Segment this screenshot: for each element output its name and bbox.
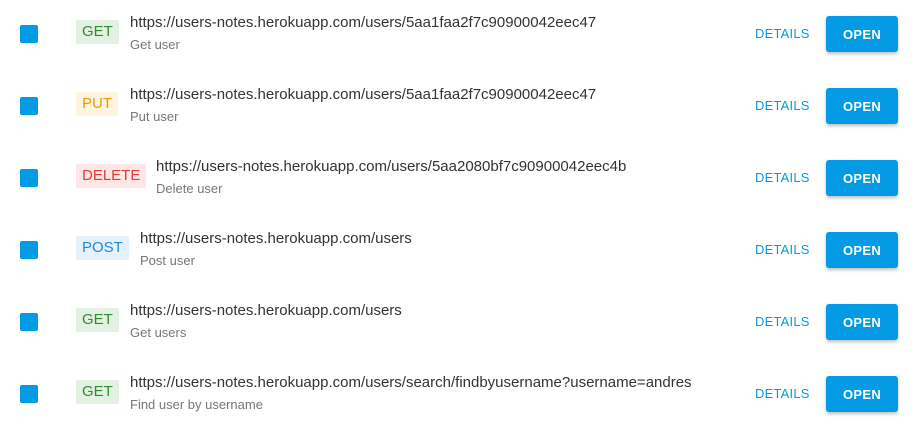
open-button[interactable]: OPEN <box>826 232 898 268</box>
request-description: Get users <box>130 325 187 340</box>
open-button[interactable]: OPEN <box>826 88 898 124</box>
request-description: Put user <box>130 109 179 124</box>
select-checkbox[interactable] <box>20 97 38 115</box>
request-url: https://users-notes.herokuapp.com/users/… <box>130 86 597 103</box>
select-checkbox[interactable] <box>20 25 38 43</box>
select-checkbox[interactable] <box>20 169 38 187</box>
request-row: GET https://users-notes.herokuapp.com/us… <box>0 0 923 72</box>
select-checkbox[interactable] <box>20 241 38 259</box>
method-badge: GET <box>76 380 119 404</box>
method-badge: POST <box>76 236 129 260</box>
details-link[interactable]: DETAILS <box>755 170 810 185</box>
request-url: https://users-notes.herokuapp.com/users/… <box>156 158 627 175</box>
details-link[interactable]: DETAILS <box>755 386 810 401</box>
request-url: https://users-notes.herokuapp.com/users/… <box>130 14 597 31</box>
open-button[interactable]: OPEN <box>826 304 898 340</box>
details-link[interactable]: DETAILS <box>755 242 810 257</box>
select-checkbox[interactable] <box>20 313 38 331</box>
method-badge: PUT <box>76 92 118 116</box>
details-link[interactable]: DETAILS <box>755 314 810 329</box>
request-row: POST https://users-notes.herokuapp.com/u… <box>0 216 923 288</box>
details-link[interactable]: DETAILS <box>755 26 810 41</box>
method-badge: GET <box>76 20 119 44</box>
request-description: Post user <box>140 253 195 268</box>
open-button[interactable]: OPEN <box>826 376 898 412</box>
details-link[interactable]: DETAILS <box>755 98 810 113</box>
request-row: GET https://users-notes.herokuapp.com/us… <box>0 288 923 360</box>
request-url: https://users-notes.herokuapp.com/users <box>140 230 412 247</box>
method-badge: GET <box>76 308 119 332</box>
request-row: DELETE https://users-notes.herokuapp.com… <box>0 144 923 216</box>
select-checkbox[interactable] <box>20 385 38 403</box>
request-description: Get user <box>130 37 180 52</box>
request-description: Find user by username <box>130 397 263 412</box>
method-badge: DELETE <box>76 164 147 188</box>
request-description: Delete user <box>156 181 223 196</box>
request-url: https://users-notes.herokuapp.com/users/… <box>130 374 692 391</box>
request-list: GET https://users-notes.herokuapp.com/us… <box>0 0 923 439</box>
open-button[interactable]: OPEN <box>826 16 898 52</box>
request-url: https://users-notes.herokuapp.com/users <box>130 302 402 319</box>
request-row: PUT https://users-notes.herokuapp.com/us… <box>0 72 923 144</box>
open-button[interactable]: OPEN <box>826 160 898 196</box>
request-row: GET https://users-notes.herokuapp.com/us… <box>0 360 923 432</box>
